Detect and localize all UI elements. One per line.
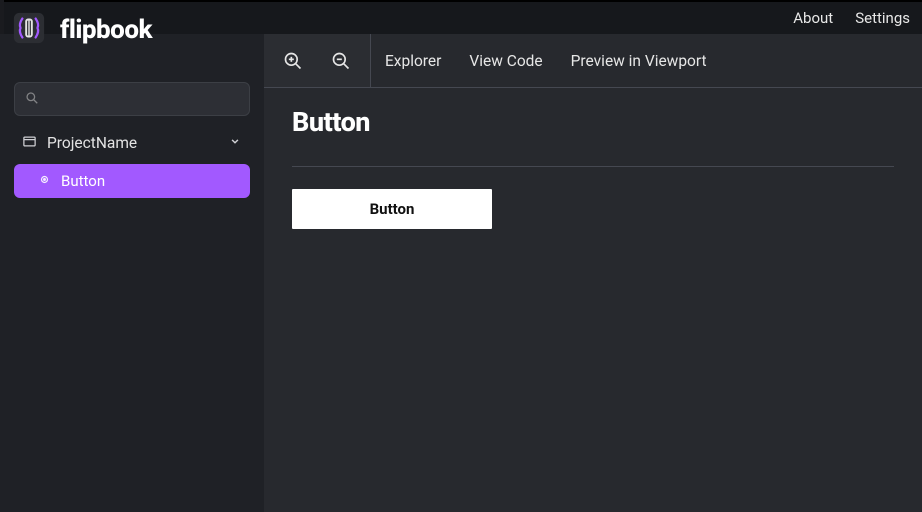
about-link[interactable]: About xyxy=(793,9,833,27)
preview-button-component[interactable]: Button xyxy=(292,189,492,229)
main-panel: Explorer View Code Preview in Viewport B… xyxy=(264,34,922,512)
chevron-down-icon xyxy=(228,134,242,152)
zoom-controls xyxy=(264,34,371,87)
tree-item-label: Button xyxy=(61,172,105,190)
explorer-tree: ProjectName Button xyxy=(14,128,250,198)
app-title: flipbook xyxy=(60,15,152,45)
logo-block: flipbook xyxy=(12,6,152,54)
search-field[interactable] xyxy=(47,91,239,107)
preview-button-label: Button xyxy=(370,200,415,218)
tree-item-button[interactable]: Button xyxy=(14,164,250,198)
page-title: Button xyxy=(292,106,894,138)
settings-link[interactable]: Settings xyxy=(855,9,910,27)
app-root: flipbook xyxy=(0,34,922,512)
toolbar-preview-viewport[interactable]: Preview in Viewport xyxy=(557,34,721,87)
toolbar-explorer[interactable]: Explorer xyxy=(371,34,455,87)
search-icon xyxy=(25,90,39,109)
toolbar-view-code[interactable]: View Code xyxy=(455,34,556,87)
divider xyxy=(292,166,894,167)
zoom-in-button[interactable] xyxy=(282,50,304,72)
folder-icon xyxy=(22,134,37,153)
story-icon xyxy=(38,172,51,190)
sidebar: flipbook xyxy=(0,34,264,512)
tree-project-node[interactable]: ProjectName xyxy=(14,128,250,158)
project-name-label: ProjectName xyxy=(47,134,137,152)
zoom-out-button[interactable] xyxy=(330,50,352,72)
content-area: Button Button xyxy=(264,88,922,512)
search-input[interactable] xyxy=(14,82,250,116)
toolbar: Explorer View Code Preview in Viewport xyxy=(264,34,922,88)
logo-icon xyxy=(12,11,46,49)
